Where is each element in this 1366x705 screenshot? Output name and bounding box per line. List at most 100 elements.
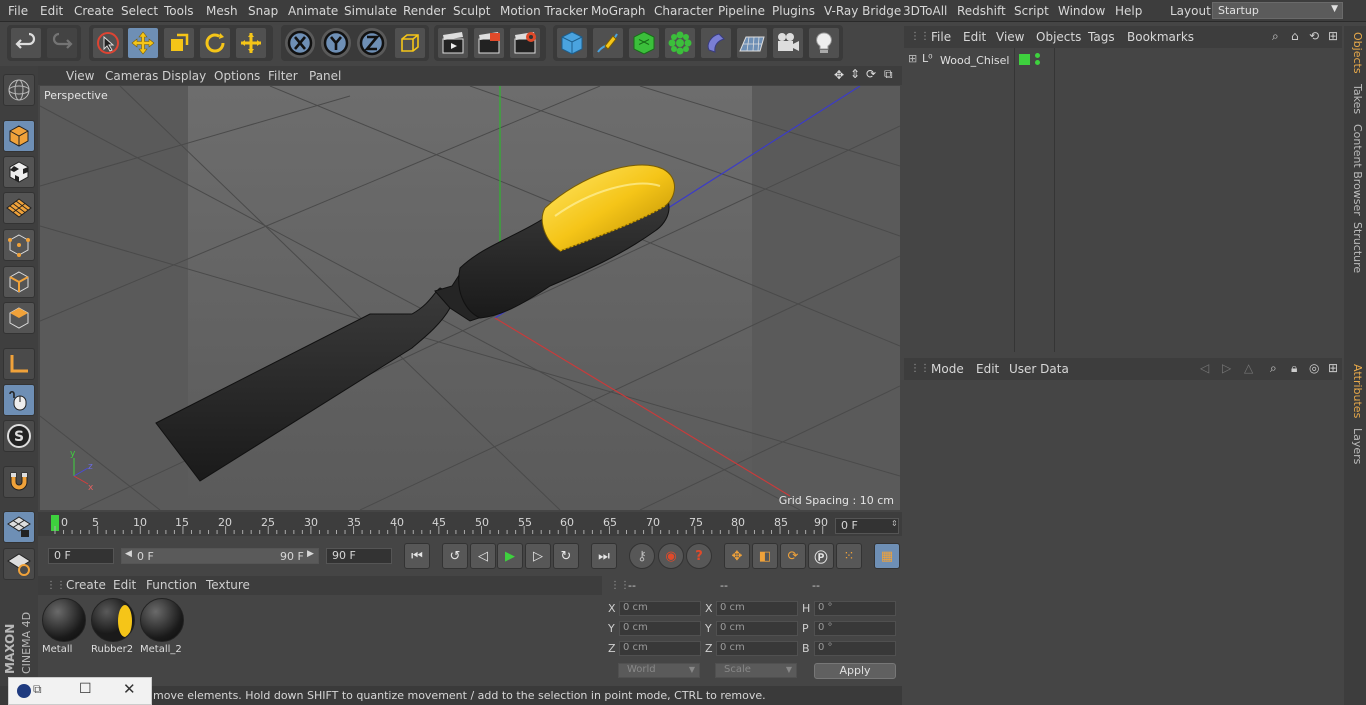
menu-snap[interactable]: Snap <box>248 4 278 18</box>
object-menu-tags[interactable]: Tags <box>1088 30 1115 44</box>
menu-select[interactable]: Select <box>121 4 158 18</box>
edges-mode-button[interactable] <box>3 266 35 298</box>
menu-create[interactable]: Create <box>74 4 114 18</box>
layout-select[interactable]: Startup ▼ <box>1212 2 1343 19</box>
menu-file[interactable]: File <box>8 4 28 18</box>
tab-layers[interactable]: Layers <box>1346 428 1364 464</box>
viewport-menu-display[interactable]: Display <box>162 69 206 83</box>
material-menu-function[interactable]: Function <box>146 578 197 592</box>
render-view-button[interactable] <box>437 27 469 59</box>
viewport-scene[interactable]: y z x <box>40 86 900 510</box>
rotation-p-field[interactable]: 0 ° <box>814 621 896 636</box>
points-mode-button[interactable] <box>3 229 35 261</box>
key-position-button[interactable]: ✥ <box>724 543 750 569</box>
material-swatch-metall-2[interactable]: Metall_2 <box>140 598 184 656</box>
restore-icon[interactable]: ⧉ <box>33 682 42 697</box>
deformer-button[interactable] <box>700 27 732 59</box>
timeline-window-button[interactable]: ▦ <box>874 543 900 569</box>
frame-range-slider[interactable]: ◀ 0 F 90 F ▶ <box>121 548 319 564</box>
material-menu-texture[interactable]: Texture <box>206 578 250 592</box>
menu-window[interactable]: Window <box>1058 4 1105 18</box>
rotate-view-icon[interactable]: ⟳ <box>866 67 876 81</box>
close-icon[interactable]: ✕ <box>123 680 136 698</box>
menu-3dtoall[interactable]: 3DToAll <box>903 4 947 18</box>
object-menu-file[interactable]: File <box>931 30 951 44</box>
size-x-field[interactable]: 0 cm <box>716 601 798 616</box>
spinner-icon[interactable]: ⇕ <box>891 519 898 528</box>
viewport-menu-cameras[interactable]: Cameras <box>105 69 158 83</box>
object-menu-view[interactable]: View <box>996 30 1024 44</box>
go-to-end-button[interactable]: ⏭ <box>591 543 617 569</box>
world-select[interactable]: World ▼ <box>618 663 700 678</box>
keyframe-selection-button[interactable]: ? <box>686 543 712 569</box>
transform-tool-button[interactable] <box>235 27 267 59</box>
object-menu-objects[interactable]: Objects <box>1036 30 1081 44</box>
tab-structure[interactable]: Structure <box>1346 222 1364 273</box>
viewport-menu-view[interactable]: View <box>66 69 94 83</box>
menu-plugins[interactable]: Plugins <box>772 4 815 18</box>
scale-tool-button[interactable] <box>163 27 195 59</box>
editor-visibility-dot[interactable] <box>1035 53 1040 58</box>
apply-button[interactable]: Apply <box>814 663 896 679</box>
position-x-field[interactable]: 0 cm <box>619 601 701 616</box>
layer-color-swatch[interactable] <box>1019 54 1030 65</box>
home-icon[interactable]: ⌂ <box>1291 29 1299 43</box>
snap-button[interactable] <box>3 466 35 498</box>
viewport-menu-options[interactable]: Options <box>214 69 260 83</box>
timeline-ruler[interactable]: 0 5 10 15 20 25 30 35 40 45 50 55 60 65 … <box>38 512 902 536</box>
light-button[interactable] <box>808 27 840 59</box>
size-y-field[interactable]: 0 cm <box>716 621 798 636</box>
tab-takes[interactable]: Takes <box>1346 84 1364 114</box>
new-window-icon[interactable]: ⊞ <box>1328 361 1338 375</box>
previous-keyframe-button[interactable]: ↺ <box>442 543 468 569</box>
menu-animate[interactable]: Animate <box>288 4 338 18</box>
maximize-icon[interactable]: ☐ <box>79 681 92 697</box>
viewport-menu-filter[interactable]: Filter <box>268 69 298 83</box>
viewport-menu-panel[interactable]: Panel <box>309 69 341 83</box>
rotation-h-field[interactable]: 0 ° <box>814 601 896 616</box>
z-axis-button[interactable] <box>356 27 388 59</box>
position-y-field[interactable]: 0 cm <box>619 621 701 636</box>
perspective-viewport[interactable]: y z x Perspective Grid Spacing : 10 cm <box>40 86 900 510</box>
play-button[interactable]: ▶ <box>497 543 523 569</box>
key-scale-button[interactable]: ◧ <box>752 543 778 569</box>
current-frame-field[interactable]: 0 F <box>835 518 899 534</box>
tab-content-browser[interactable]: Content Browser <box>1346 124 1364 216</box>
tab-objects[interactable]: Objects <box>1346 32 1364 74</box>
next-keyframe-button[interactable]: ↻ <box>553 543 579 569</box>
menu-mesh[interactable]: Mesh <box>206 4 238 18</box>
tab-attributes[interactable]: Attributes <box>1346 364 1364 418</box>
lock-icon[interactable]: 🔒︎ <box>1291 361 1297 376</box>
menu-mograph[interactable]: MoGraph <box>591 4 646 18</box>
autokeying-button[interactable]: ◉ <box>658 543 684 569</box>
move-tool-button[interactable] <box>127 27 159 59</box>
polygons-mode-button[interactable] <box>3 302 35 334</box>
search-icon[interactable]: ⌕ <box>1270 361 1277 376</box>
end-frame-field[interactable]: 90 F <box>326 548 392 564</box>
key-rotation-button[interactable]: ⟳ <box>780 543 806 569</box>
object-row[interactable]: ⊞ L⁰ Wood_Chisel <box>904 52 1342 70</box>
start-frame-field[interactable]: 0 F <box>48 548 114 564</box>
live-selection-button[interactable] <box>92 27 124 59</box>
axis-mode-button[interactable] <box>3 348 35 380</box>
cloner-button[interactable] <box>664 27 696 59</box>
render-visibility-dot[interactable] <box>1035 60 1040 65</box>
menu-script[interactable]: Script <box>1014 4 1049 18</box>
previous-frame-button[interactable]: ◁ <box>470 543 496 569</box>
floor-button[interactable] <box>736 27 768 59</box>
c4d-app-icon[interactable] <box>17 684 31 698</box>
material-menu-edit[interactable]: Edit <box>113 578 136 592</box>
camera-button[interactable] <box>772 27 804 59</box>
workplane-snap-button[interactable] <box>3 548 35 580</box>
go-to-start-button[interactable]: ⏮ <box>404 543 430 569</box>
redo-button[interactable] <box>46 27 78 59</box>
model-mode-button[interactable] <box>3 120 35 152</box>
position-z-field[interactable]: 0 cm <box>619 641 701 656</box>
scale-select[interactable]: Scale ▼ <box>715 663 797 678</box>
forward-arrow-icon[interactable]: ▷ <box>1222 361 1231 375</box>
back-icon[interactable]: ⟲ <box>1309 29 1319 43</box>
rotation-b-field[interactable]: 0 ° <box>814 641 896 656</box>
texture-mode-button[interactable] <box>3 156 35 188</box>
zoom-view-icon[interactable]: ⇕ <box>850 67 860 81</box>
key-parameter-button[interactable]: Ⓟ <box>808 543 834 569</box>
